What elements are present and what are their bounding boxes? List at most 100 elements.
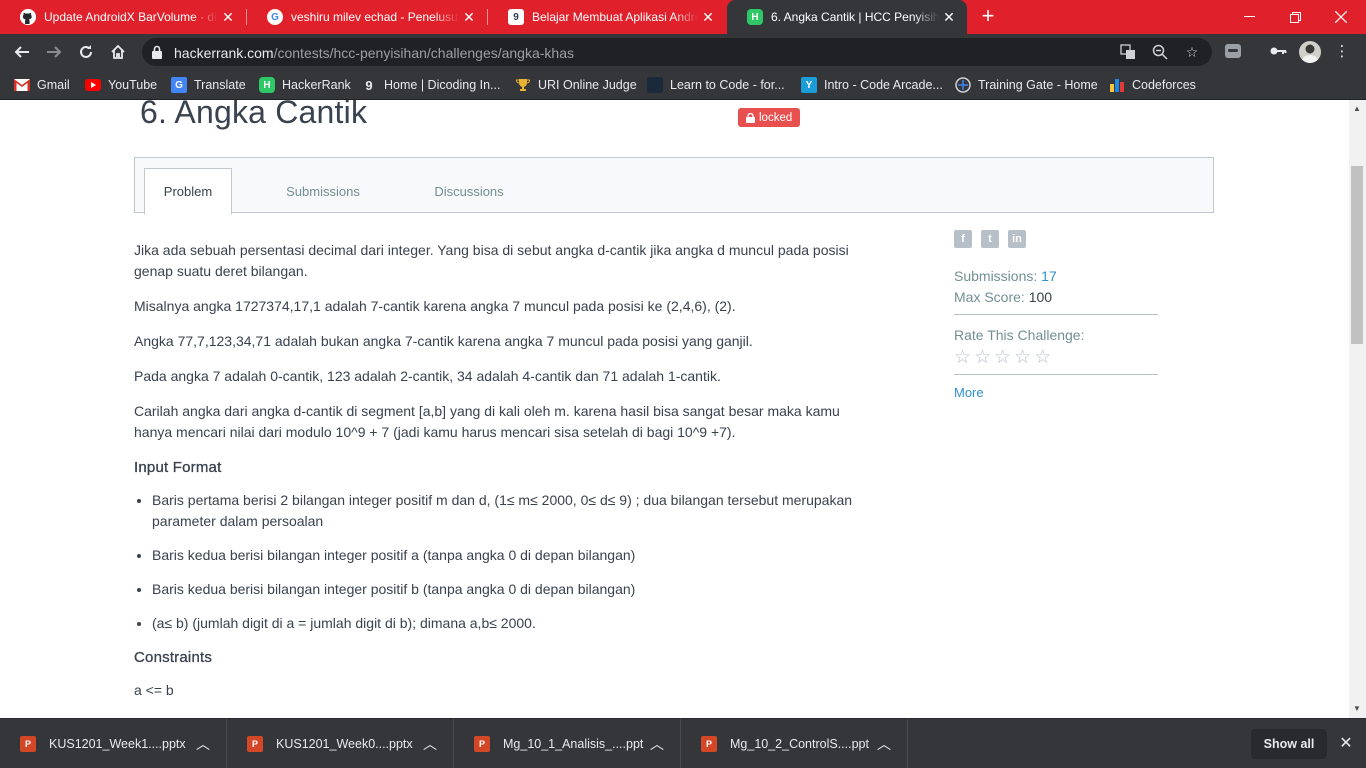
statement-paragraph: Carilah angka dari angka d-cantik di seg… xyxy=(134,403,840,440)
challenge-tabs: Problem Submissions Discussions xyxy=(134,157,1214,215)
tab-title: Update AndroidX BarVolume · di xyxy=(44,10,217,24)
bookmark-star-icon[interactable]: ☆ xyxy=(1184,44,1200,60)
problem-statement: Jika ada sebuah persentasi decimal dari … xyxy=(134,240,864,715)
lock-icon xyxy=(152,45,162,59)
url-path: /contests/hcc-penyisihan/challenges/angk… xyxy=(273,45,574,61)
tab-title: Belajar Membuat Aplikasi Androi xyxy=(532,10,698,24)
zoom-icon[interactable] xyxy=(1152,44,1168,60)
statement-paragraph: Angka 77,7,123,34,71 adalah bukan angka … xyxy=(134,333,753,349)
bookmark-youtube[interactable]: YouTube xyxy=(85,76,157,94)
bookmark-label: Codeforces xyxy=(1132,78,1196,92)
download-filename: KUS1201_Week0....pptx xyxy=(276,737,413,751)
scrollbar-thumb[interactable] xyxy=(1351,166,1363,344)
tab-title: 6. Angka Cantik | HCC Penyisihan xyxy=(771,10,939,24)
submissions-label: Submissions: xyxy=(954,268,1038,284)
input-format-heading: Input Format xyxy=(134,459,222,476)
close-icon[interactable]: ✕ xyxy=(218,9,238,26)
restore-icon[interactable] xyxy=(1272,0,1318,34)
powerpoint-icon: P xyxy=(247,736,263,752)
show-all-button[interactable]: Show all xyxy=(1251,729,1327,759)
password-key-icon[interactable] xyxy=(1268,42,1288,62)
star-icon[interactable]: ☆ xyxy=(994,348,1011,368)
browser-tab-0[interactable]: Update AndroidX BarVolume · di ✕ xyxy=(0,0,246,34)
download-item[interactable]: P KUS1201_Week1....pptx ︿ xyxy=(0,719,227,768)
max-score-label: Max Score: xyxy=(954,289,1025,305)
twitter-icon[interactable]: t xyxy=(981,230,999,248)
bookmark-training-gate[interactable]: Training Gate - Home xyxy=(955,76,1098,94)
download-filename: Mg_10_2_ControlS....ppt xyxy=(730,737,869,751)
star-icon[interactable]: ☆ xyxy=(954,348,971,368)
bookmark-learn-to-code[interactable]: Learn to Code - for... xyxy=(647,76,785,94)
tab-problem[interactable]: Problem xyxy=(144,168,232,215)
scroll-down-icon[interactable]: ▼ xyxy=(1353,704,1361,713)
minimize-icon[interactable] xyxy=(1226,0,1272,34)
google-icon: G xyxy=(267,9,283,25)
reload-icon[interactable] xyxy=(74,40,98,64)
tab-discussions[interactable]: Discussions xyxy=(419,168,519,214)
chevron-up-icon[interactable]: ︿ xyxy=(650,734,664,754)
max-score-value: 100 xyxy=(1028,289,1053,305)
share-buttons: f t in xyxy=(954,230,1158,248)
bookmark-code-arcade[interactable]: Y Intro - Code Arcade... xyxy=(801,76,943,94)
browser-tab-1[interactable]: G veshiru milev echad - Penelusura ✕ xyxy=(247,0,487,34)
statement-paragraph: Jika ada sebuah persentasi decimal dari … xyxy=(134,242,849,279)
powerpoint-icon: P xyxy=(20,736,36,752)
download-item[interactable]: P KUS1201_Week0....pptx ︿ xyxy=(227,719,454,768)
tab-strip: Update AndroidX BarVolume · di ✕ G veshi… xyxy=(0,0,1366,34)
extension-icon[interactable] xyxy=(1223,42,1243,62)
chevron-up-icon[interactable]: ︿ xyxy=(196,734,210,754)
bookmark-hackerrank[interactable]: H HackerRank xyxy=(259,76,351,94)
profile-avatar[interactable] xyxy=(1299,41,1321,63)
address-bar[interactable]: hackerrank.com/contests/hcc-penyisihan/c… xyxy=(142,38,1212,66)
bookmark-label: HackerRank xyxy=(282,78,351,92)
linkedin-icon[interactable]: in xyxy=(1008,230,1026,248)
download-item[interactable]: P Mg_10_2_ControlS....ppt ︿ xyxy=(681,719,908,768)
bookmark-dicoding[interactable]: 9 Home | Dicoding In... xyxy=(361,76,500,94)
translate-page-icon[interactable] xyxy=(1120,44,1136,60)
downloads-bar: P KUS1201_Week1....pptx ︿ P KUS1201_Week… xyxy=(0,718,1366,768)
back-arrow-icon[interactable] xyxy=(10,40,34,64)
locked-badge: locked xyxy=(738,108,801,127)
home-icon[interactable] xyxy=(106,40,130,64)
close-icon[interactable]: ✕ xyxy=(459,9,479,26)
chevron-up-icon[interactable]: ︿ xyxy=(877,734,891,754)
browser-tab-2[interactable]: 9 Belajar Membuat Aplikasi Androi ✕ xyxy=(488,0,726,34)
locked-label: locked xyxy=(759,111,793,124)
dicoding-icon: 9 xyxy=(508,9,524,25)
freecodecamp-icon xyxy=(647,77,663,93)
url-text: hackerrank.com/contests/hcc-penyisihan/c… xyxy=(174,45,574,61)
powerpoint-icon: P xyxy=(474,736,490,752)
chevron-up-icon[interactable]: ︿ xyxy=(423,734,437,754)
browser-tab-3[interactable]: H 6. Angka Cantik | HCC Penyisihan ✕ xyxy=(727,0,967,34)
list-item: (a≤ b) (jumlah digit di a = jumlah digit… xyxy=(152,613,864,634)
browser-toolbar: hackerrank.com/contests/hcc-penyisihan/c… xyxy=(0,34,1366,70)
star-icon[interactable]: ☆ xyxy=(974,348,991,368)
close-icon[interactable]: ✕ xyxy=(939,9,959,26)
star-icon[interactable]: ☆ xyxy=(1014,348,1031,368)
new-tab-button[interactable]: + xyxy=(976,5,1000,29)
scroll-up-icon[interactable]: ▲ xyxy=(1353,104,1361,113)
close-icon[interactable]: ✕ xyxy=(698,9,718,26)
bookmark-gmail[interactable]: Gmail xyxy=(14,76,70,94)
more-link[interactable]: More xyxy=(954,385,1158,400)
bookmark-codeforces[interactable]: Codeforces xyxy=(1109,76,1196,94)
close-window-icon[interactable] xyxy=(1318,0,1364,34)
menu-dots-icon[interactable]: ⋮ xyxy=(1332,42,1352,62)
submissions-count-link[interactable]: 17 xyxy=(1041,268,1057,284)
bookmark-uri-online-judge[interactable]: URI Online Judge xyxy=(515,76,637,94)
forward-arrow-icon[interactable] xyxy=(42,40,66,64)
page-scrollbar[interactable]: ▲ ▼ xyxy=(1349,100,1366,718)
github-icon xyxy=(20,9,36,25)
bookmark-translate[interactable]: G Translate xyxy=(171,76,246,94)
statement-paragraph: Misalnya angka 1727374,17,1 adalah 7-can… xyxy=(134,298,736,314)
facebook-icon[interactable]: f xyxy=(954,230,972,248)
input-format-list: Baris pertama berisi 2 bilangan integer … xyxy=(152,490,864,634)
download-item[interactable]: P Mg_10_1_Analisis_....ppt ︿ xyxy=(454,719,681,768)
bookmark-label: Intro - Code Arcade... xyxy=(824,78,943,92)
star-icon[interactable]: ☆ xyxy=(1034,348,1051,368)
close-icon[interactable]: ✕ xyxy=(1336,734,1356,754)
bookmark-label: Gmail xyxy=(37,78,70,92)
tab-submissions[interactable]: Submissions xyxy=(269,168,377,214)
codeforces-icon xyxy=(1109,77,1125,93)
gmail-icon xyxy=(14,77,30,93)
